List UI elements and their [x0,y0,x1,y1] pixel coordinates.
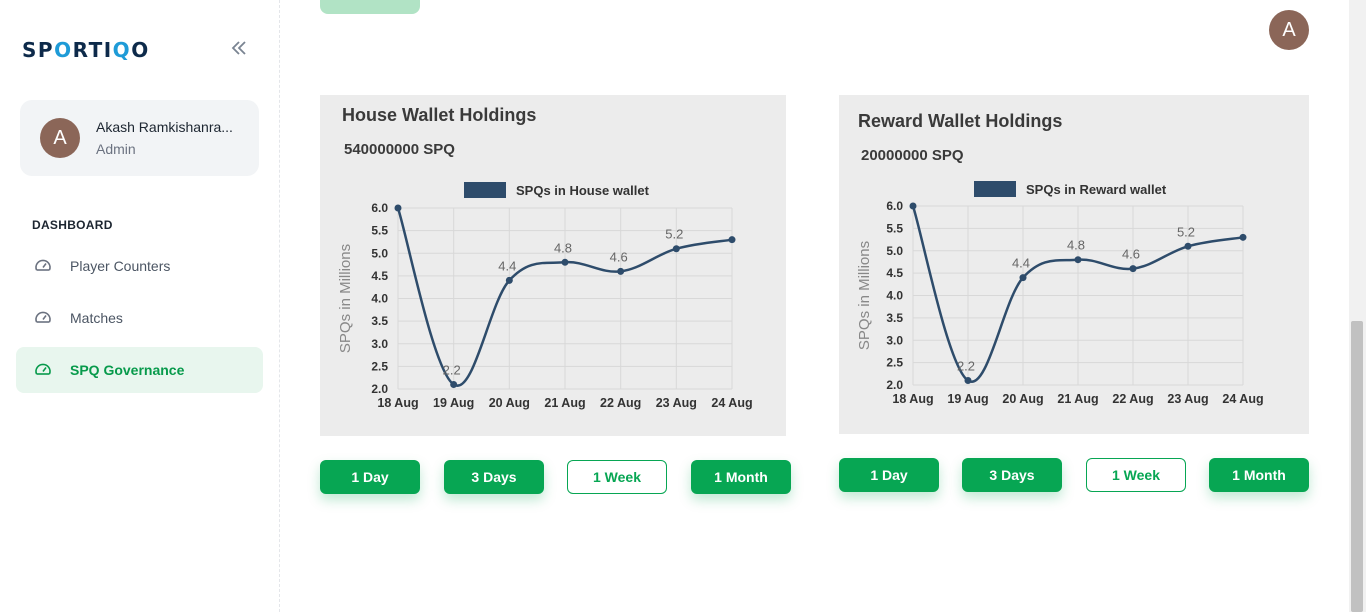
x-tick-label: 23 Aug [1167,392,1208,406]
data-point [909,202,917,210]
y-tick-label: 2.5 [886,356,903,370]
range-1-day-button[interactable]: 1 Day [839,458,939,492]
legend-swatch [974,181,1016,197]
y-tick-label: 5.5 [371,224,388,238]
data-label: 2.2 [957,359,975,374]
collapse-sidebar-icon[interactable] [229,38,249,62]
data-point [1074,256,1082,264]
x-tick-label: 24 Aug [711,396,752,410]
user-role: Admin [96,141,136,157]
range-1-month-button[interactable]: 1 Month [691,460,791,494]
y-tick-label: 6.0 [886,199,903,213]
legend-swatch [464,182,506,198]
y-tick-label: 3.0 [371,337,388,351]
y-tick-label: 4.0 [371,292,388,306]
range-1-week-button[interactable]: 1 Week [1086,458,1186,492]
sportiqo-logo[interactable]: SPORTIQO [22,38,150,62]
data-label: 4.4 [1012,256,1030,271]
data-label: 5.2 [665,227,683,242]
y-axis-label: SPQs in Millions [337,244,354,353]
house-wallet-card: House Wallet Holdings 540000000 SPQ SPQs… [320,95,786,436]
data-point [1129,265,1137,273]
header-avatar[interactable]: A [1269,10,1309,50]
y-tick-label: 2.0 [886,378,903,392]
reward-wallet-chart: SPQs in Reward wallet 2.0 2.5 3.0 3.5 4.0 4.5 5… [856,181,1264,406]
data-point [672,245,680,253]
data-point [450,380,458,388]
gauge-icon [34,309,52,327]
partially-visible-button[interactable] [320,0,420,14]
range-1-week-button[interactable]: 1 Week [567,460,667,494]
x-tick-label: 20 Aug [489,396,530,410]
data-label: 4.6 [1122,247,1140,262]
data-point [561,258,569,266]
sidebar-item-label: Player Counters [70,258,171,274]
y-tick-label: 4.5 [886,266,903,280]
y-tick-label: 6.0 [371,201,388,215]
gauge-icon [34,257,52,275]
x-tick-label: 21 Aug [1057,392,1098,406]
user-card[interactable]: A Akash Ramkishanra... Admin [20,100,259,176]
x-tick-label: 23 Aug [656,396,697,410]
avatar: A [40,118,80,158]
y-tick-label: 5.0 [886,244,903,258]
data-label: 4.8 [1067,238,1085,253]
x-tick-label: 18 Aug [892,392,933,406]
y-tick-label: 5.5 [886,221,903,235]
data-point [1239,233,1247,241]
legend-label: SPQs in House wallet [516,183,650,198]
legend-label: SPQs in Reward wallet [1026,182,1167,197]
gauge-icon [34,361,52,379]
data-point [394,204,402,212]
sidebar-item-spq-governance[interactable]: SPQ Governance [16,347,263,393]
data-label: 4.8 [554,240,572,255]
data-point [1184,242,1192,250]
x-tick-label: 24 Aug [1222,392,1263,406]
sidebar-item-matches[interactable]: Matches [16,295,263,341]
data-label: 2.2 [443,362,461,377]
y-tick-label: 3.0 [886,333,903,347]
x-tick-label: 22 Aug [1112,392,1153,406]
x-tick-label: 22 Aug [600,396,641,410]
sidebar: SPORTIQO A Akash Ramkishanra... Admin DA… [0,0,280,612]
data-label: 5.2 [1177,224,1195,239]
dashboard-section-title: DASHBOARD [32,218,113,232]
x-tick-label: 20 Aug [1002,392,1043,406]
user-name: Akash Ramkishanra... [96,119,233,135]
y-tick-label: 2.0 [371,382,388,396]
x-tick-label: 21 Aug [544,396,585,410]
range-1-day-button[interactable]: 1 Day [320,460,420,494]
x-tick-label: 19 Aug [947,392,988,406]
y-tick-label: 5.0 [371,246,388,260]
y-tick-label: 4.5 [371,269,388,283]
data-label: 4.6 [610,249,628,264]
data-point [964,377,972,385]
data-point [617,267,625,275]
data-point [1019,274,1027,282]
reward-wallet-card: Reward Wallet Holdings 20000000 SPQ SPQs… [839,95,1309,434]
range-3-days-button[interactable]: 3 Days [962,458,1062,492]
house-wallet-chart: SPQs in House wallet 2.0 2.5 3.0 3.5 4.0 4.5 5.… [337,182,753,410]
data-point [505,276,513,284]
y-tick-label: 3.5 [886,311,903,325]
sidebar-item-label: Matches [70,310,123,326]
range-3-days-button[interactable]: 3 Days [444,460,544,494]
data-point [728,236,736,244]
x-tick-label: 19 Aug [433,396,474,410]
sidebar-item-label: SPQ Governance [70,362,185,378]
y-tick-label: 3.5 [371,314,388,328]
y-axis-label: SPQs in Millions [856,241,873,350]
scrollbar-thumb[interactable] [1351,321,1363,612]
x-tick-label: 18 Aug [377,396,418,410]
data-label: 4.4 [498,258,516,273]
y-tick-label: 4.0 [886,289,903,303]
y-tick-label: 2.5 [371,359,388,373]
sidebar-item-player-counters[interactable]: Player Counters [16,243,263,289]
range-1-month-button[interactable]: 1 Month [1209,458,1309,492]
